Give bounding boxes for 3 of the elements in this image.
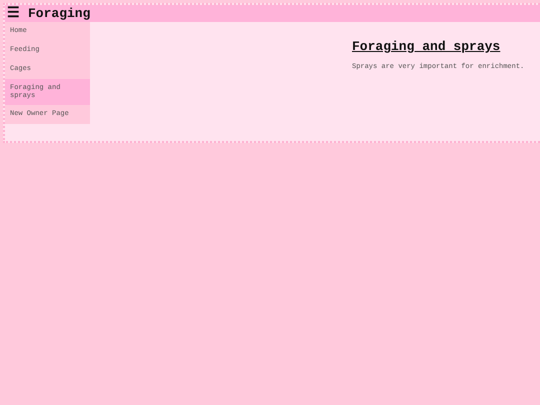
page-title: Foraging (28, 6, 90, 21)
content-heading: Foraging and sprays (352, 39, 502, 54)
menu-icon[interactable]: ☰ (7, 6, 20, 20)
